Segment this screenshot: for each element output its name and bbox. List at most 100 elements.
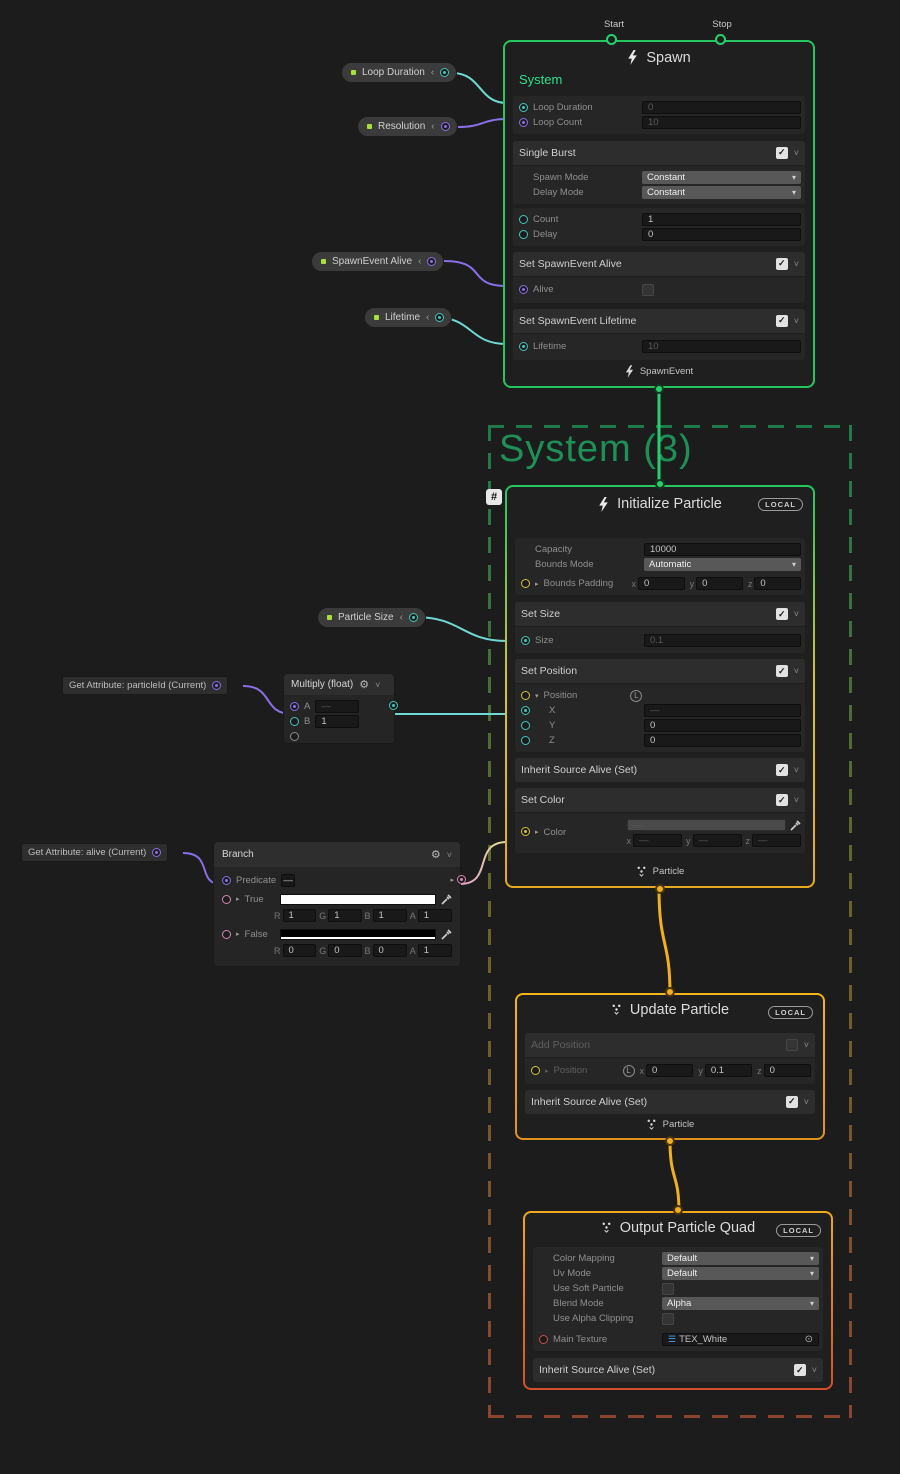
bounds-padding-x-field[interactable]: 0 [638, 577, 685, 590]
chevron-down-icon[interactable]: ˅ [812, 1365, 817, 1375]
color-swatch[interactable]: — [626, 819, 786, 831]
input-port-main-texture[interactable] [539, 1335, 548, 1344]
object-picker-icon[interactable]: ⊙ [805, 1334, 813, 1345]
update-output-flow-port[interactable] [665, 1136, 675, 1146]
input-port-delay[interactable] [519, 229, 528, 239]
loop-count-field[interactable]: 10 [642, 115, 801, 129]
edge-spawnevent-alive[interactable] [443, 260, 508, 287]
param-output-port[interactable] [435, 313, 445, 322]
add-position-x-field[interactable]: 0 [646, 1064, 694, 1078]
input-port-add-operand[interactable] [290, 732, 299, 741]
add-position-z-field[interactable]: 0 [763, 1064, 811, 1078]
input-port-predicate[interactable] [222, 876, 231, 885]
param-output-port[interactable] [427, 257, 437, 266]
collapse-icon[interactable]: ‹ [431, 121, 434, 132]
block-set-spawnevent-alive[interactable]: Set SpawnEvent Alive ✓ ˅ [513, 251, 805, 276]
block-enabled-checkbox[interactable]: ✓ [775, 146, 788, 159]
edge-particle-size[interactable] [414, 616, 508, 642]
alive-checkbox[interactable] [642, 283, 654, 296]
chevron-down-icon[interactable]: ˅ [794, 316, 799, 326]
input-port-false[interactable] [222, 929, 231, 939]
input-port-true[interactable] [222, 894, 231, 904]
chevron-down-icon[interactable]: ˅ [794, 259, 799, 269]
vfx-graph-canvas[interactable]: System (3) Loop Duration ‹ Resolution ‹ [0, 0, 900, 1474]
count-field[interactable]: 1 [642, 212, 801, 226]
initialize-output-flow-port[interactable] [655, 884, 665, 894]
collapse-icon[interactable]: ‹ [426, 312, 429, 323]
collapse-icon[interactable]: ‹ [400, 612, 403, 623]
edge-loop-duration[interactable] [451, 72, 508, 104]
param-lifetime[interactable]: Lifetime ‹ [364, 307, 453, 328]
edge-resolution-loop-count[interactable] [457, 118, 508, 128]
chevron-down-icon[interactable]: ˅ [794, 609, 799, 619]
output-port[interactable] [212, 681, 222, 690]
expander-icon[interactable]: ▸ [236, 930, 240, 938]
output-input-flow-port[interactable] [673, 1205, 683, 1215]
true-r-field[interactable]: 1 [282, 909, 317, 922]
block-enabled-checkbox[interactable]: ✓ [785, 1095, 798, 1108]
block-enabled-checkbox[interactable]: ✓ [775, 665, 788, 677]
param-particle-size[interactable]: Particle Size ‹ [317, 607, 426, 628]
spawn-stop-port[interactable] [715, 34, 726, 45]
delay-mode-dropdown[interactable]: Constant ▾ [642, 185, 801, 199]
initialize-input-flow-port[interactable] [655, 479, 665, 489]
chevron-down-icon[interactable]: ˅ [447, 850, 452, 860]
loop-duration-field[interactable]: 0 [642, 100, 801, 114]
edge-update-to-output[interactable] [668, 1139, 681, 1214]
eyedropper-icon[interactable] [441, 928, 452, 940]
block-inherit-source-alive[interactable]: Inherit Source Alive (Set) ✓ ˅ [525, 1089, 815, 1114]
edge-branch-to-color[interactable] [459, 841, 508, 885]
expander-icon[interactable]: ▸ [535, 828, 539, 836]
block-set-spawnevent-lifetime[interactable]: Set SpawnEvent Lifetime ✓ ˅ [513, 308, 805, 333]
param-output-port[interactable] [408, 613, 418, 622]
false-g-field[interactable]: 0 [328, 944, 362, 957]
spawn-start-port[interactable] [606, 34, 617, 45]
chevron-down-icon[interactable]: ˅ [794, 666, 799, 676]
bounds-padding-y-field[interactable]: 0 [696, 577, 743, 590]
predicate-toggle[interactable]: — [281, 874, 296, 887]
multiply-b-field[interactable]: 1 [315, 715, 360, 728]
input-port-lifetime[interactable] [519, 342, 528, 352]
input-port-color[interactable] [521, 827, 530, 836]
blend-mode-dropdown[interactable]: Alpha ▾ [662, 1297, 819, 1310]
input-port-loop-duration[interactable] [519, 102, 528, 112]
false-r-field[interactable]: 0 [282, 944, 317, 957]
output-port[interactable] [457, 875, 466, 884]
block-set-size[interactable]: Set Size ✓ ˅ [515, 602, 805, 626]
block-inherit-source-alive[interactable]: Inherit Source Alive (Set) ✓ ˅ [515, 758, 805, 782]
block-enabled-checkbox[interactable]: ✓ [775, 794, 788, 806]
position-y-field[interactable]: 0 [644, 719, 801, 732]
block-set-color[interactable]: Set Color ✓ ˅ [515, 788, 805, 812]
bounds-mode-dropdown[interactable]: Automatic ▾ [644, 558, 801, 571]
param-loop-duration[interactable]: Loop Duration ‹ [341, 62, 458, 83]
false-color-swatch[interactable] [279, 928, 436, 940]
param-resolution[interactable]: Resolution ‹ [357, 116, 458, 137]
local-space-icon[interactable]: L [622, 1064, 635, 1077]
color-x-field[interactable]: — [633, 834, 683, 847]
block-set-position[interactable]: Set Position ✓ ˅ [515, 659, 805, 683]
add-position-y-field[interactable]: 0.1 [704, 1064, 753, 1078]
true-color-swatch[interactable] [279, 893, 436, 905]
node-get-attribute-particleid[interactable]: Get Attribute: particleId (Current) [62, 676, 229, 695]
multiply-a-field[interactable]: — [315, 700, 360, 713]
input-port-count[interactable] [519, 214, 528, 224]
expander-icon[interactable]: ▾ [535, 692, 539, 700]
chevron-down-icon[interactable]: ˅ [794, 795, 799, 805]
block-enabled-checkbox[interactable]: ✓ [775, 764, 788, 776]
main-texture-field[interactable]: ☰ TEX_White ⊙ [662, 1333, 819, 1346]
block-add-position[interactable]: Add Position ˅ [525, 1032, 815, 1057]
block-enabled-checkbox[interactable]: ✓ [775, 608, 788, 620]
input-port-position-x[interactable] [521, 706, 530, 715]
block-inherit-source-alive[interactable]: Inherit Source Alive (Set) ✓ ˅ [533, 1358, 823, 1382]
node-output-particle-quad[interactable]: Output Particle Quad LOCAL Color Mapping… [523, 1205, 833, 1390]
input-port-position-y[interactable] [521, 721, 530, 730]
block-enabled-checkbox[interactable]: ✓ [793, 1364, 806, 1376]
local-space-icon[interactable]: L [630, 689, 643, 702]
color-z-field[interactable]: — [752, 834, 802, 847]
input-port-position-z[interactable] [521, 736, 530, 745]
capacity-field[interactable]: 10000 [644, 543, 801, 556]
param-spawnevent-alive[interactable]: SpawnEvent Alive ‹ [311, 251, 445, 272]
node-branch[interactable]: Branch ⚙ ˅ Predicate — ▸ True R 1 G 1 B … [213, 841, 466, 967]
input-port-add-position[interactable] [531, 1066, 540, 1076]
use-alpha-clipping-checkbox[interactable] [662, 1312, 674, 1325]
